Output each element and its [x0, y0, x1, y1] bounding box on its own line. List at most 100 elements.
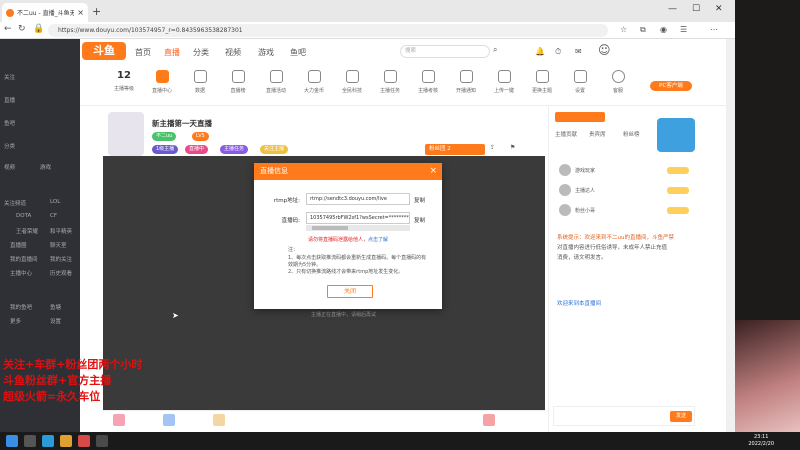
sidebar-item[interactable]: 我的直播间	[10, 255, 38, 263]
share-icon[interactable]: ⇪	[490, 144, 495, 151]
anchor-banner[interactable]	[555, 112, 605, 122]
sidebar-item[interactable]: 我的鱼吧	[10, 303, 32, 311]
favorites-icon[interactable]: ☆	[620, 25, 627, 34]
minimize-icon[interactable]: —	[668, 4, 677, 14]
pill-task[interactable]: 主播任务	[220, 145, 249, 154]
close-icon[interactable]: ×	[429, 163, 437, 180]
nav-yuba[interactable]: 鱼吧	[290, 47, 306, 58]
sidebar-item[interactable]: 关注频道	[4, 199, 26, 207]
streamer-avatar[interactable]	[108, 112, 144, 156]
sidebar-item[interactable]: 游戏	[40, 163, 51, 171]
cat-item[interactable]: 开播通知	[446, 70, 486, 94]
user-avatar-icon[interactable]: ☺	[598, 43, 611, 57]
rtmp-address-field[interactable]: rtmp://sendtc3.douyu.com/live	[306, 193, 410, 205]
sidebar-item[interactable]: 鱼吧	[4, 119, 15, 127]
rank-row[interactable]: 游戏玩家	[559, 162, 689, 178]
app-icon[interactable]	[78, 435, 90, 447]
tab-contribution[interactable]: 主播贡献	[555, 130, 577, 138]
tab-fans[interactable]: 粉丝榜	[623, 130, 640, 138]
cat-item[interactable]: 直播活动	[256, 70, 296, 94]
copy-code-button[interactable]: 复制	[414, 216, 425, 224]
tab-vip[interactable]: 贵宾席	[589, 130, 606, 138]
pill-follow[interactable]: 关注主播	[260, 145, 289, 154]
sidebar-item[interactable]: 历史观看	[50, 269, 72, 277]
collections-icon[interactable]: ⧉	[640, 25, 646, 35]
fan-club-button[interactable]: 粉丝团 2	[425, 144, 485, 155]
cat-item[interactable]: 主播考核	[408, 70, 448, 94]
cat-item[interactable]: 更换主题	[522, 70, 562, 94]
pill-anchor-level[interactable]: 1级主播	[152, 145, 179, 154]
sidebar-item[interactable]: 关注	[4, 73, 15, 81]
sidebar-item[interactable]: 更多	[10, 317, 21, 325]
browser-tab[interactable]: 不二uu - 直播_斗鱼无需直播_斗... ×	[2, 3, 88, 22]
cat-item[interactable]: 数据	[180, 70, 220, 94]
start-icon[interactable]	[6, 435, 18, 447]
sidebar-item[interactable]: 设置	[50, 317, 61, 325]
new-tab-button[interactable]: +	[92, 5, 101, 18]
sidebar-item[interactable]: 分类	[4, 142, 15, 150]
sidebar-item[interactable]: 直播	[4, 96, 15, 104]
bell-icon[interactable]: 🔔	[535, 47, 545, 56]
rank-row[interactable]: 主播达人	[559, 182, 689, 198]
sidebar-item[interactable]: DOTA	[16, 213, 31, 219]
report-icon[interactable]: ⚑	[510, 144, 515, 151]
more-icon[interactable]: ⋯	[710, 25, 718, 34]
gift-icon[interactable]	[483, 414, 495, 426]
system-clock[interactable]: 23:11 2022/2/20	[748, 434, 774, 448]
rank-row[interactable]: 粉丝小哥	[559, 202, 689, 218]
edge-icon[interactable]	[42, 435, 54, 447]
search-icon[interactable]	[24, 435, 36, 447]
search-icon[interactable]: ⌕	[493, 45, 497, 55]
sidebar-item[interactable]: 我的关注	[50, 255, 72, 263]
tab-close-icon[interactable]: ×	[77, 8, 84, 17]
sidebar-item[interactable]: 鱼塘	[50, 303, 61, 311]
maximize-icon[interactable]: ☐	[692, 4, 700, 14]
history-icon[interactable]: ⏱	[555, 47, 561, 57]
pill-live[interactable]: 直播中	[185, 145, 209, 154]
page-scrollbar[interactable]	[726, 39, 735, 432]
stream-code-field[interactable]: 10357495rbFW2sf1?wsSecret=***********	[306, 212, 410, 224]
pc-client-button[interactable]: PC客户端	[650, 81, 692, 91]
gift-icon[interactable]	[213, 414, 225, 426]
nav-video[interactable]: 视频	[225, 47, 241, 58]
scroll-thumb[interactable]	[312, 226, 348, 230]
nav-live[interactable]: 直播	[164, 47, 180, 58]
extensions-icon[interactable]: ☰	[680, 25, 687, 34]
horizontal-scrollbar[interactable]	[306, 225, 410, 231]
profile-icon[interactable]: ◉	[660, 25, 667, 34]
refresh-icon[interactable]: ↻	[18, 24, 26, 34]
back-icon[interactable]: ←	[4, 24, 12, 34]
cat-item[interactable]: 直播中心	[142, 70, 182, 94]
close-dialog-button[interactable]: 关闭	[327, 285, 373, 298]
sidebar-item[interactable]: 和平精英	[50, 227, 72, 235]
cat-item[interactable]: 主播任务	[370, 70, 410, 94]
sidebar-item[interactable]: 聊天室	[50, 241, 67, 249]
send-button[interactable]: 发送	[670, 411, 692, 422]
url-input[interactable]: https://www.douyu.com/103574957_r=0.8435…	[48, 24, 608, 37]
sidebar-item[interactable]: 王者荣耀	[16, 227, 38, 235]
gift-icon[interactable]	[113, 414, 125, 426]
streamer-name-tag[interactable]: 不二uu	[152, 132, 177, 141]
nav-category[interactable]: 分类	[193, 47, 209, 58]
copy-rtmp-button[interactable]: 复制	[414, 196, 425, 204]
sidebar-item[interactable]: 直播圈	[10, 241, 27, 249]
nav-game[interactable]: 游戏	[258, 47, 274, 58]
sidebar-item[interactable]: LOL	[50, 199, 60, 205]
sidebar-item[interactable]: CF	[50, 213, 57, 219]
learn-more-link[interactable]: 点击了解	[368, 237, 388, 243]
sidebar-item[interactable]: 视频	[4, 163, 15, 171]
message-icon[interactable]: ✉	[575, 47, 582, 56]
chat-input[interactable]: 发送	[553, 406, 695, 426]
close-window-icon[interactable]: ✕	[715, 4, 723, 14]
cat-item[interactable]: 设置	[560, 70, 600, 94]
cat-item[interactable]: 全民科技	[332, 70, 372, 94]
nav-home[interactable]: 首页	[135, 47, 151, 58]
sidebar-item[interactable]: 主播中心	[10, 269, 32, 277]
douyu-logo[interactable]: 斗鱼	[82, 42, 126, 60]
cat-item[interactable]: 大力金币	[294, 70, 334, 94]
site-search-input[interactable]: 搜索	[400, 45, 490, 58]
cat-item[interactable]: 直播榜	[218, 70, 258, 94]
gift-icon[interactable]	[163, 414, 175, 426]
app-icon[interactable]	[96, 435, 108, 447]
cat-item[interactable]: 上传一键	[484, 70, 524, 94]
